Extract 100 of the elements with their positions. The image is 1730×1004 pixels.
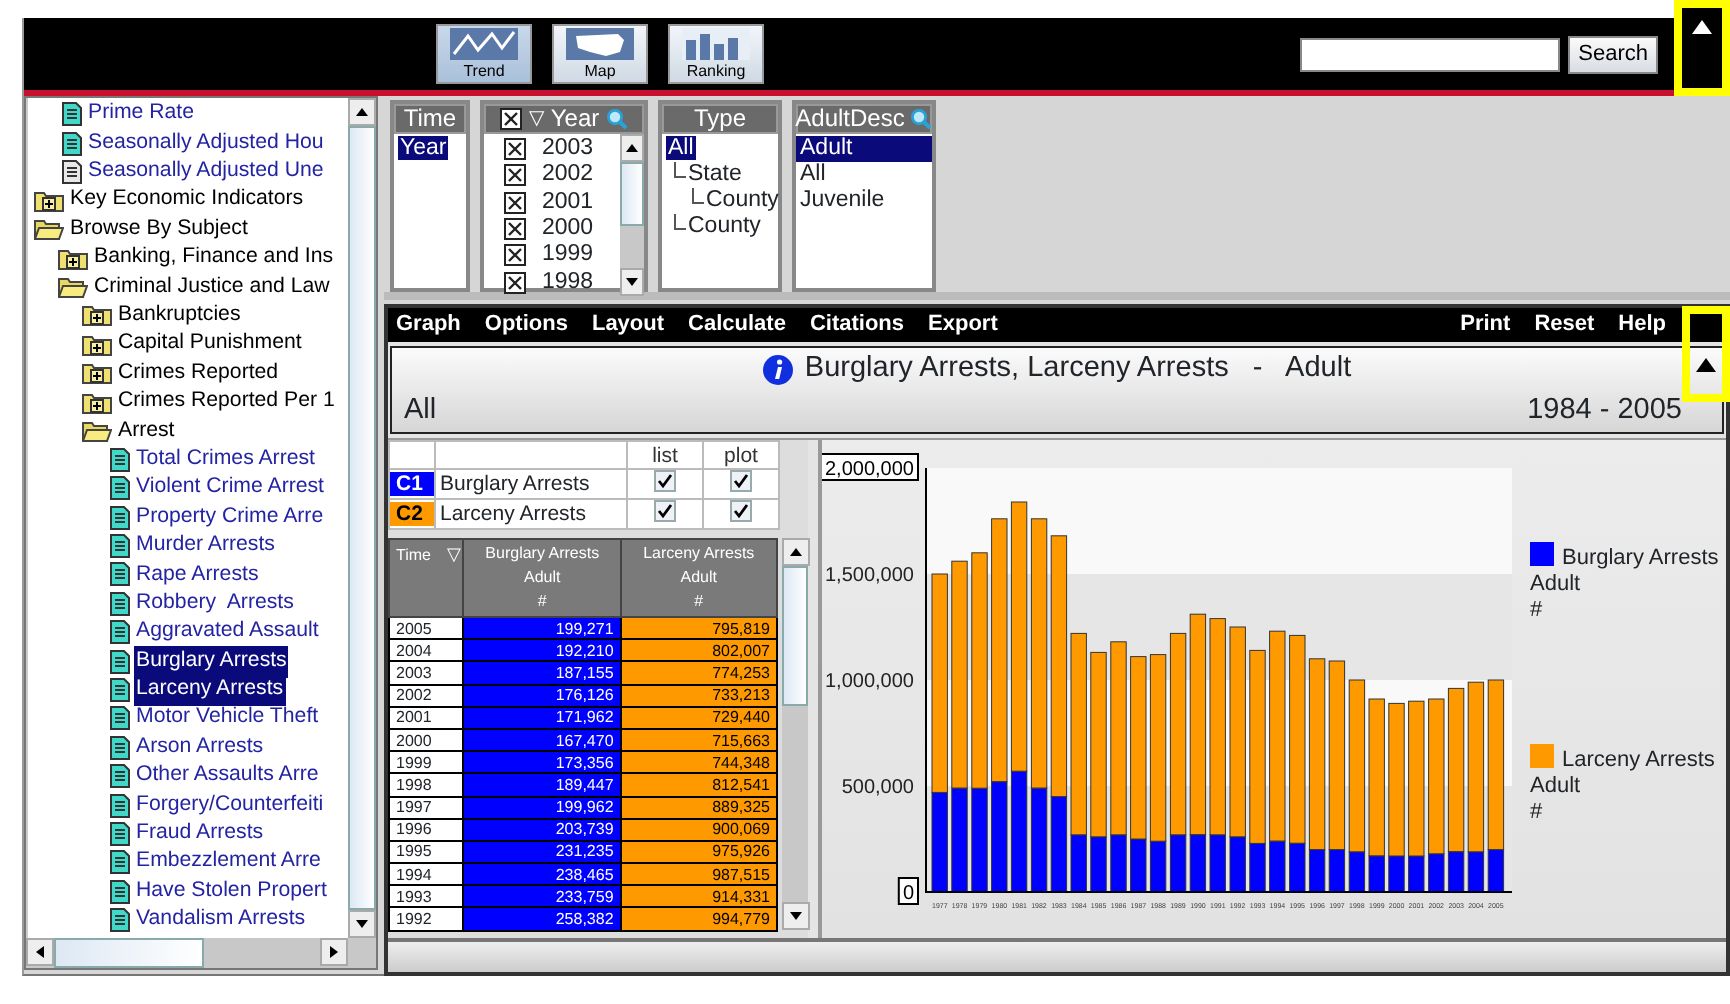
scrollbar-thumb[interactable] (620, 162, 644, 226)
tree-item[interactable]: All (666, 136, 696, 160)
checkbox[interactable] (730, 500, 752, 522)
open-folder-icon[interactable] (82, 419, 112, 442)
checkbox[interactable] (504, 164, 526, 187)
checkbox-label[interactable]: 1999 (542, 242, 594, 269)
tree-item[interactable]: Embezzlement Arre (134, 846, 323, 879)
tree-item[interactable]: Rape Arrests (134, 559, 261, 591)
scrollbar-thumb[interactable] (54, 938, 204, 968)
checkbox-label[interactable]: 2002 (542, 162, 594, 189)
tree-item[interactable]: Total Crimes Arrest (134, 443, 317, 476)
menu-item[interactable]: Help (1618, 308, 1666, 342)
column-header[interactable]: Year (550, 104, 600, 134)
tree-item[interactable]: Have Stolen Propert (134, 875, 329, 908)
sort-icon[interactable]: ▽ (446, 544, 461, 564)
tree-item[interactable]: Robbery Arrests (134, 587, 296, 620)
list-item[interactable]: Year (398, 136, 449, 160)
tree-item[interactable]: Key Economic Indicators (68, 184, 306, 217)
tree-item[interactable]: Murder Arrests (134, 530, 277, 562)
tree-item[interactable]: County (706, 188, 779, 212)
folder-plus-icon[interactable] (34, 189, 64, 212)
tree-item[interactable]: Forgery/Counterfeiti (134, 789, 326, 822)
folder-plus-icon[interactable] (58, 247, 88, 270)
checkbox[interactable] (654, 500, 676, 522)
tree-item[interactable]: Other Assaults Arre (134, 760, 321, 793)
checkbox[interactable] (654, 470, 676, 492)
checkbox[interactable] (504, 218, 526, 241)
menu-item[interactable]: Print (1460, 308, 1511, 342)
tree-item[interactable]: Crimes Reported (116, 357, 281, 390)
sort-icon[interactable]: ▽ (528, 104, 545, 134)
tree-item[interactable]: Larceny Arrests (134, 674, 286, 706)
scroll-left-button[interactable] (26, 938, 54, 966)
collapse-button[interactable] (1682, 306, 1730, 402)
tree-item[interactable]: Property Crime Arre (134, 501, 326, 534)
search-field[interactable] (1300, 37, 1561, 71)
checkbox[interactable] (504, 244, 526, 267)
scrollbar-thumb[interactable] (782, 566, 808, 706)
folder-plus-icon[interactable] (82, 362, 112, 385)
toolbar-button[interactable]: Trend (436, 24, 532, 84)
tree-item[interactable]: Seasonally Adjusted Une (86, 156, 326, 188)
tree-item[interactable]: Capital Punishment (116, 328, 304, 361)
checkbox[interactable] (730, 470, 752, 492)
tree-item[interactable]: Fraud Arrests (134, 818, 266, 850)
scroll-up-button[interactable] (782, 538, 810, 566)
tree-item[interactable]: Browse By Subject (68, 213, 250, 246)
search-icon[interactable] (910, 108, 933, 130)
toolbar-button[interactable]: Ranking (668, 24, 764, 84)
checkbox[interactable] (504, 138, 526, 161)
tree-item[interactable]: Aggravated Assault (134, 616, 321, 649)
tree-item[interactable]: Banking, Finance and Ins (92, 242, 336, 275)
scroll-up-button[interactable] (620, 134, 644, 162)
open-folder-icon[interactable] (58, 276, 88, 299)
scrollbar-thumb[interactable] (348, 125, 376, 911)
scroll-right-button[interactable] (320, 938, 348, 966)
tree-item[interactable]: Criminal Justice and Law (92, 271, 332, 303)
column-header[interactable]: Larceny Arrests Adult # (623, 542, 774, 614)
checkbox[interactable] (504, 191, 526, 214)
scroll-down-button[interactable] (620, 267, 644, 296)
column-header[interactable]: Time (396, 546, 431, 564)
collapse-button[interactable] (1674, 0, 1730, 96)
menu-item[interactable]: Layout (591, 308, 665, 342)
search-icon[interactable] (605, 108, 628, 130)
checkbox-label[interactable]: 2001 (542, 189, 594, 216)
search-button[interactable]: Search (1568, 35, 1658, 73)
checkbox-label[interactable]: 2000 (542, 216, 594, 243)
tree-item[interactable]: State (688, 162, 742, 186)
list-item[interactable]: Adult (796, 136, 932, 162)
toolbar-button[interactable]: Map (552, 24, 648, 84)
checkbox-label[interactable]: 1998 (542, 269, 594, 296)
checkbox-label[interactable]: 2003 (542, 136, 594, 163)
tree-item[interactable]: County (688, 214, 761, 238)
info-icon[interactable] (762, 354, 795, 386)
tree-item[interactable]: Motor Vehicle Theft (134, 702, 321, 735)
list-item[interactable]: All (796, 162, 932, 188)
menu-item[interactable]: Reset (1534, 308, 1595, 342)
menu-item[interactable]: Calculate (688, 308, 786, 342)
tree-item[interactable]: Prime Rate (86, 98, 196, 131)
folder-plus-icon[interactable] (82, 304, 112, 327)
scroll-down-button[interactable] (348, 910, 376, 938)
open-folder-icon[interactable] (34, 218, 64, 241)
menu-item[interactable]: Citations (809, 308, 905, 342)
list-item[interactable]: Juvenile (796, 188, 932, 214)
tree-item[interactable]: Arrest (116, 415, 177, 447)
scroll-up-button[interactable] (348, 98, 376, 126)
tree-item[interactable]: Burglary Arrests (134, 645, 289, 678)
tree-item[interactable]: Bankruptcies (116, 299, 243, 332)
checkbox[interactable] (504, 271, 526, 294)
menu-item[interactable]: Export (928, 308, 998, 342)
tree-item[interactable]: Crimes Reported Per 1 (116, 386, 337, 419)
folder-plus-icon[interactable] (82, 333, 112, 356)
menu-item[interactable]: Options (484, 308, 568, 342)
folder-plus-icon[interactable] (82, 391, 112, 414)
menu-item[interactable]: Graph (396, 308, 461, 342)
tree-item[interactable]: Seasonally Adjusted Hou (86, 127, 326, 160)
column-header[interactable]: Burglary Arrests Adult # (466, 542, 618, 614)
checkbox[interactable] (500, 108, 523, 130)
scroll-down-button[interactable] (782, 902, 810, 930)
tree-item[interactable]: Vandalism Arrests (134, 904, 308, 937)
tree-item[interactable]: Arson Arrests (134, 731, 266, 764)
tree-item[interactable]: Violent Crime Arrest (134, 472, 327, 505)
